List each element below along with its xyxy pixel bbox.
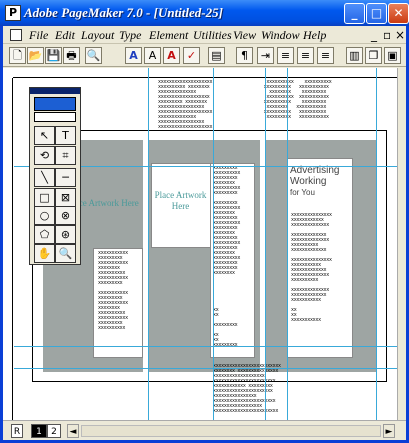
menu-edit[interactable]: Edit — [55, 28, 75, 43]
headline-line-2: Working — [290, 176, 327, 187]
menu-element[interactable]: Element — [149, 28, 188, 43]
menu-bar: File Edit Layout Type Element Utilities … — [3, 26, 406, 44]
open-icon[interactable]: 📂 — [27, 47, 44, 64]
text-tool-icon[interactable]: T — [55, 126, 76, 145]
spell-icon[interactable]: ✓ — [183, 47, 200, 64]
doc-minimize-button[interactable]: _ — [371, 28, 377, 42]
rotate-tool-icon[interactable]: ⟲ — [34, 146, 55, 165]
left-text-frame[interactable]: xxxxxxxxxxx xxxxxxxxx xxxxxxxxxxx xxxxxx… — [98, 251, 142, 356]
menu-help[interactable]: Help — [303, 28, 326, 43]
window-title: Adobe PageMaker 7.0 - [Untitled-25] — [24, 5, 223, 20]
menu-file[interactable]: File — [29, 28, 48, 43]
save-icon[interactable]: 💾 — [45, 47, 62, 64]
toolbox-palette[interactable]: ↖ T ⟲ ⌗ ╲ ─ □ ⊠ ○ ⊗ ⬠ ⊛ ✋ 🔍 — [29, 87, 81, 265]
maximize-button[interactable]: □ — [366, 3, 387, 24]
artwork-placeholder-center[interactable]: Place Artwork Here — [153, 190, 208, 212]
rectangle-tool-icon[interactable]: □ — [34, 188, 55, 207]
document-icon[interactable] — [10, 29, 22, 41]
crop-tool-icon[interactable]: ⌗ — [55, 146, 76, 165]
ellipse-frame-tool-icon[interactable]: ⊗ — [55, 206, 76, 225]
page-icon-2[interactable]: 2 — [47, 424, 61, 438]
columns-icon[interactable]: ▥ — [346, 47, 363, 64]
right-text-frame[interactable]: xxxxxxxxxxxxxxx xxxxxxxxxxxx xxxxxxxxxxx… — [291, 213, 351, 358]
horizontal-ruler[interactable] — [13, 68, 397, 78]
rectangle-frame-tool-icon[interactable]: ⊠ — [55, 188, 76, 207]
minimize-button[interactable]: _ — [344, 3, 365, 24]
guide-horizontal-3[interactable] — [14, 368, 397, 369]
hand-tool-icon[interactable]: ✋ — [34, 244, 55, 263]
color-preview — [34, 97, 76, 111]
constrained-line-tool-icon[interactable]: ─ — [55, 168, 76, 187]
paragraph-icon[interactable]: ¶ — [236, 47, 253, 64]
paste-icon[interactable]: ▣ — [384, 47, 401, 64]
app-icon: P — [5, 5, 21, 21]
menu-view[interactable]: View — [233, 28, 256, 43]
page-icon-master[interactable]: R — [11, 424, 23, 438]
new-doc-icon[interactable]: 🗋 — [9, 47, 26, 64]
line-tool-icon[interactable]: ╲ — [34, 168, 55, 187]
pagemaker-window: P Adobe PageMaker 7.0 - [Untitled-25] _ … — [0, 0, 409, 443]
find-icon[interactable]: 🔍 — [85, 47, 102, 64]
doc-close-button[interactable]: × — [395, 28, 405, 42]
standard-toolbar: 🗋 📂 💾 🖶 🔍 A A A ✓ ▤ ¶ ⇥ ≡ ≡ ≡ ▥ ❐ ▣ — [3, 45, 406, 67]
close-button[interactable]: ✕ — [388, 3, 409, 24]
center-text-frame[interactable]: xxxxxxxxx xxxxxxxxxx xxxxxxxxx xxxxxxxx … — [213, 166, 253, 286]
polygon-frame-tool-icon[interactable]: ⊛ — [55, 225, 76, 244]
scroll-right-button[interactable]: ► — [383, 424, 395, 438]
title-bar: P Adobe PageMaker 7.0 - [Untitled-25] _ … — [0, 0, 409, 26]
copy-icon[interactable]: ❐ — [365, 47, 382, 64]
center-text-frame-lower[interactable]: xx xx xxxxxxxxx xx xx xxxxxxxxx — [213, 308, 253, 358]
zoom-tool-icon[interactable]: 🔍 — [55, 244, 76, 263]
polygon-tool-icon[interactable]: ⬠ — [34, 225, 55, 244]
align-left-icon[interactable]: ≡ — [277, 47, 294, 64]
vertical-ruler[interactable] — [3, 78, 13, 420]
doc-restore-button[interactable]: ▫ — [383, 28, 391, 42]
fill-preview — [34, 112, 76, 122]
print-icon[interactable]: 🖶 — [63, 47, 80, 64]
horizontal-scrollbar[interactable] — [81, 425, 381, 437]
story-editor-icon[interactable]: ▤ — [208, 47, 225, 64]
vertical-scrollbar[interactable] — [397, 68, 406, 420]
scroll-left-button[interactable]: ◄ — [67, 424, 79, 438]
text-style-icon[interactable]: A — [125, 47, 142, 64]
menu-layout[interactable]: Layout — [81, 28, 114, 43]
guide-horizontal-2[interactable] — [14, 346, 397, 347]
page-icon-1[interactable]: 1 — [31, 424, 47, 438]
headline-advertising[interactable]: Advertising Working for You — [290, 165, 350, 198]
toolbox-title-bar[interactable] — [30, 88, 80, 94]
menu-utilities[interactable]: Utilities — [193, 28, 232, 43]
status-bar: R 1 2 ◄ ► — [3, 420, 406, 440]
headline-line-3: for You — [290, 188, 315, 197]
pointer-tool-icon[interactable]: ↖ — [34, 126, 55, 145]
align-right-icon[interactable]: ≡ — [317, 47, 334, 64]
indent-icon[interactable]: ⇥ — [257, 47, 274, 64]
align-center-icon[interactable]: ≡ — [297, 47, 314, 64]
character-icon[interactable]: A — [144, 47, 161, 64]
menu-type[interactable]: Type — [119, 28, 141, 43]
menu-window[interactable]: Window — [261, 28, 300, 43]
font-size-icon[interactable]: A — [163, 47, 180, 64]
text-block-bottom[interactable]: xxxxxxxxxxxxxxxxxxxxxxxxx xxxxxxxx xxxxx… — [213, 364, 323, 420]
ellipse-tool-icon[interactable]: ○ — [34, 206, 55, 225]
